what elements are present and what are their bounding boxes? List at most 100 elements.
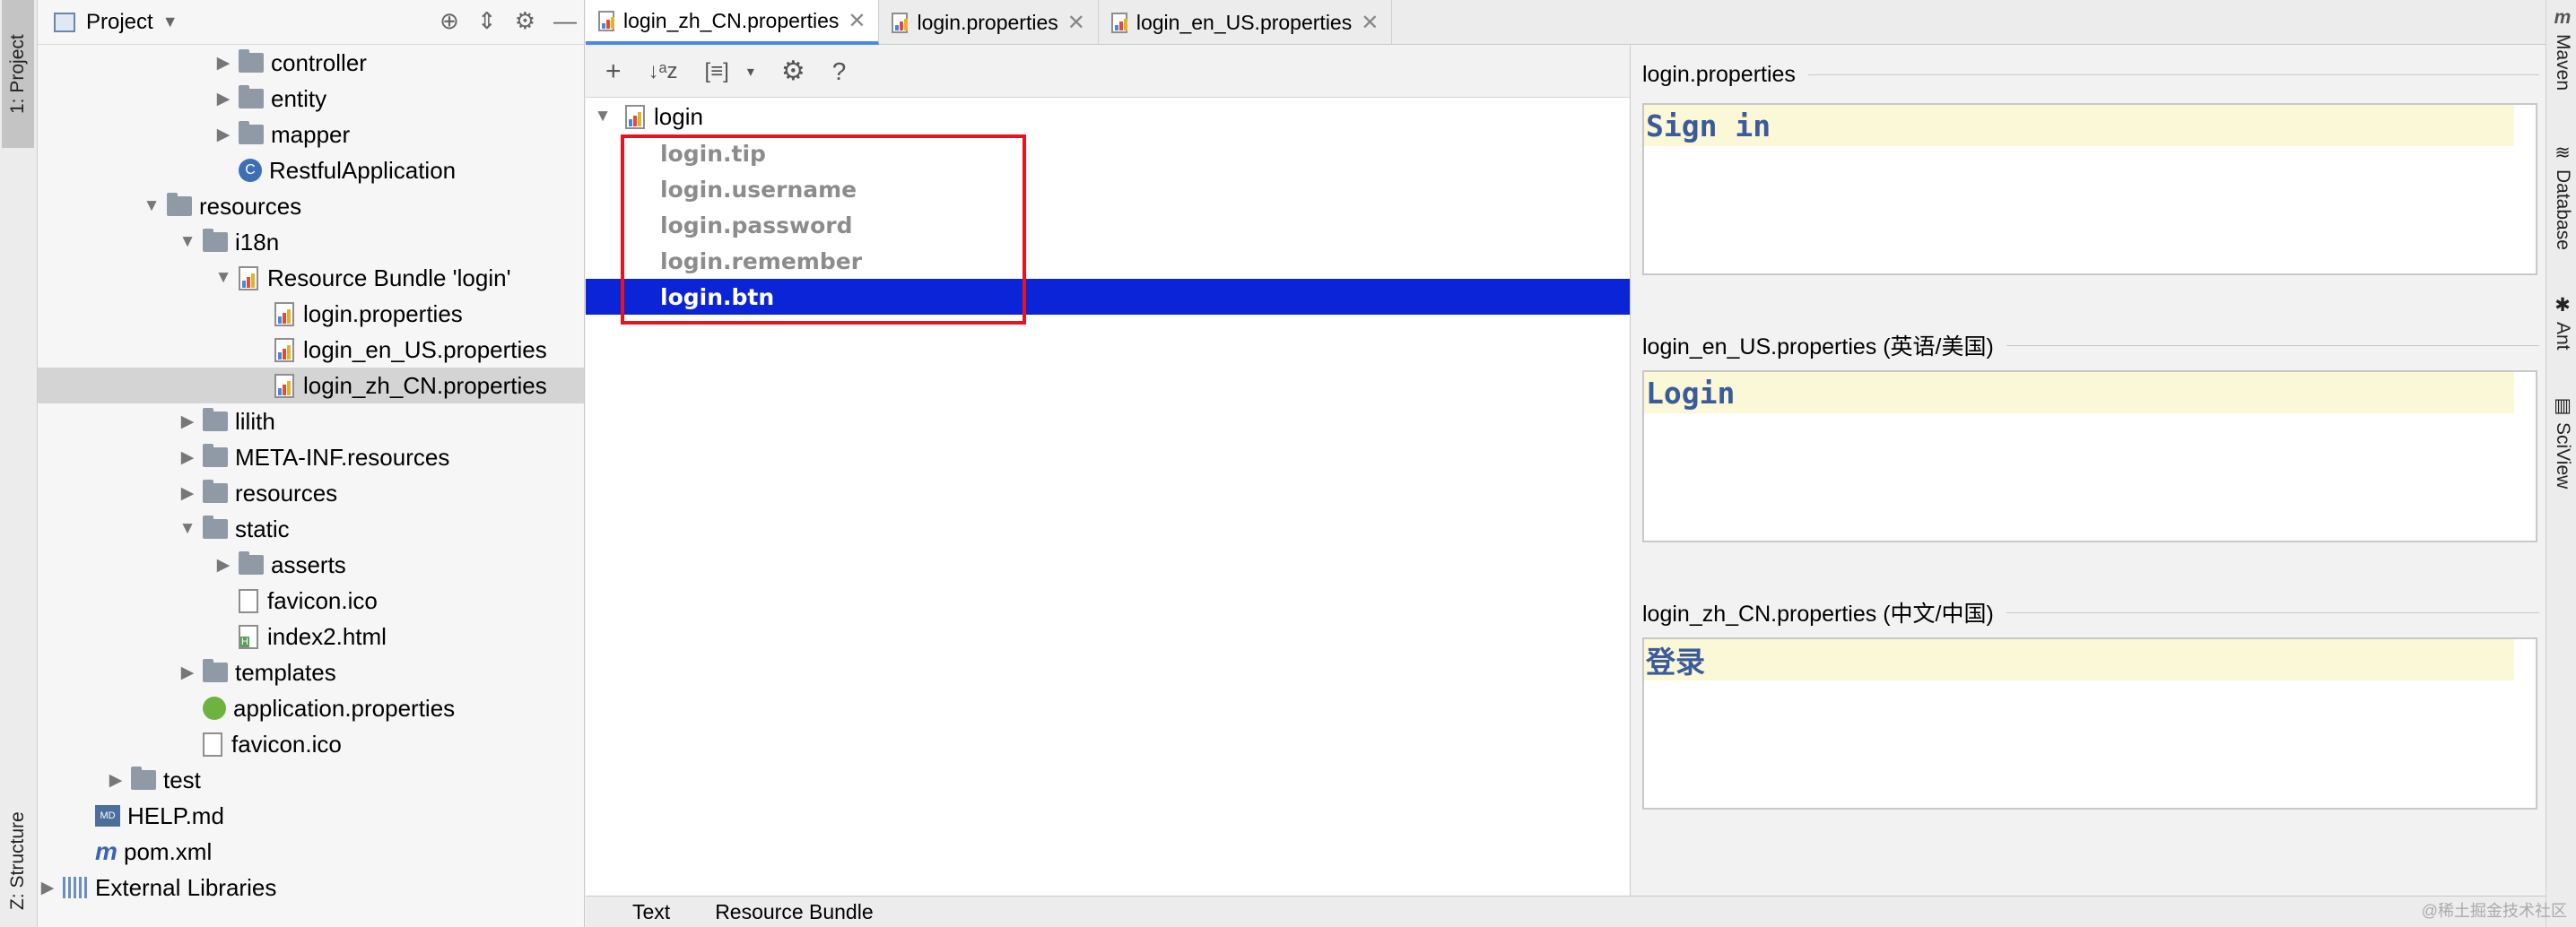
tree-item-label: HELP.md	[127, 801, 224, 829]
tree-item[interactable]: ▶ test	[38, 762, 584, 798]
folder-icon	[239, 85, 264, 108]
value-editor[interactable]: Login	[1642, 370, 2537, 542]
tree-item[interactable]: application.properties	[38, 690, 584, 726]
project-tool-tab[interactable]: 1: Project	[2, 0, 34, 148]
chevron-down-icon[interactable]: ▼	[213, 268, 233, 288]
libraries-icon	[63, 877, 88, 898]
tree-item-label: favicon.ico	[267, 586, 378, 614]
tree-item[interactable]: ▶ resources	[38, 475, 584, 511]
chevron-right-icon[interactable]: ▶	[213, 125, 233, 145]
chevron-down-icon[interactable]: ▼	[142, 196, 161, 216]
chevron-right-icon[interactable]: ▶	[178, 412, 197, 432]
value-text[interactable]: 登录	[1644, 639, 2514, 680]
tree-item[interactable]: ▶ mapper	[38, 117, 584, 152]
close-icon[interactable]: ✕	[848, 8, 866, 34]
tree-item[interactable]: login_en_US.properties	[38, 332, 584, 368]
folder-icon	[131, 767, 156, 790]
tree-item[interactable]: Hindex2.html	[38, 619, 584, 654]
tree-item[interactable]: login_zh_CN.properties	[38, 368, 584, 403]
right-tool-stripe: m Maven ≋ Database ✱ Ant ▥ SciView	[2546, 0, 2576, 927]
sort-alpha-icon[interactable]: ↓ᵃz	[648, 59, 678, 84]
chevron-right-icon[interactable]: ▶	[106, 770, 126, 791]
value-editor[interactable]: 登录	[1642, 637, 2537, 810]
tree-item[interactable]: ▶ asserts	[38, 547, 584, 583]
collapse-all-icon[interactable]: ⇕	[477, 7, 497, 35]
folder-icon	[203, 444, 228, 467]
tree-item-label: i18n	[235, 228, 280, 256]
bundle-root-label: login	[654, 102, 703, 130]
project-tool-label: 1: Project	[7, 34, 28, 114]
tree-item[interactable]: ▶ META-INF.resources	[38, 439, 584, 475]
tree-item[interactable]: ▶ templates	[38, 654, 584, 690]
properties-file-icon	[274, 337, 294, 362]
text-tab[interactable]: Text	[632, 900, 670, 924]
database-tool-tab[interactable]: ≋ Database	[2550, 142, 2575, 250]
chevron-down-icon[interactable]: ▼	[178, 232, 197, 252]
tree-item-label: resources	[199, 192, 302, 220]
ant-icon: ✱	[2554, 295, 2571, 316]
maven-icon: m	[2554, 7, 2572, 28]
highlight-box	[621, 134, 1026, 325]
group-by-prefix-icon[interactable]: [≡]	[704, 59, 728, 84]
chevron-down-icon[interactable]: ▼	[593, 107, 613, 126]
value-text[interactable]: Sign in	[1644, 105, 2514, 146]
value-editor[interactable]: Sign in	[1642, 103, 2537, 275]
tree-item[interactable]: ▼ Resource Bundle 'login'	[38, 260, 584, 296]
chevron-right-icon[interactable]: ▶	[213, 53, 233, 74]
tree-item[interactable]: ▼ static	[38, 511, 584, 547]
tree-item-label: login_en_US.properties	[303, 335, 547, 363]
chevron-right-icon[interactable]: ▶	[38, 878, 57, 898]
project-view-title[interactable]: Project	[86, 10, 153, 35]
watermark: @稀土掘金技术社区	[2421, 902, 2567, 920]
chevron-down-icon[interactable]: ▼	[178, 519, 197, 539]
bundle-tree-root[interactable]: ▼ login	[586, 98, 1630, 135]
gear-icon[interactable]: ⚙	[781, 56, 805, 87]
ant-tool-tab[interactable]: ✱ Ant	[2550, 294, 2575, 351]
tree-item[interactable]: ▶ entity	[38, 81, 584, 117]
tree-item[interactable]: C RestfulApplication	[38, 152, 584, 188]
chevron-down-icon[interactable]: ▼	[162, 13, 178, 31]
resource-bundle-tab[interactable]: Resource Bundle	[715, 900, 873, 924]
chevron-right-icon[interactable]: ▶	[178, 447, 197, 468]
tree-item[interactable]: ▶ lilith	[38, 403, 584, 439]
tree-item[interactable]: ▼ resources	[38, 188, 584, 224]
tree-item-label: static	[235, 515, 290, 542]
maven-tool-tab[interactable]: m Maven	[2550, 7, 2575, 91]
help-icon[interactable]: ?	[832, 57, 847, 86]
tree-item[interactable]: ▶ External Libraries	[38, 870, 584, 905]
resource-bundle-icon	[625, 104, 645, 129]
values-panel: login.properties Sign in login_en_US.prope…	[1632, 46, 2546, 896]
tree-item[interactable]: m pom.xml	[38, 834, 584, 870]
chevron-right-icon[interactable]: ▶	[213, 555, 233, 576]
sciview-tool-tab[interactable]: ▥ SciView	[2550, 394, 2575, 489]
tree-item[interactable]: MD HELP.md	[38, 798, 584, 834]
add-property-icon[interactable]: +	[605, 56, 622, 87]
chevron-down-icon[interactable]: ▾	[747, 63, 754, 81]
minimize-icon[interactable]: —	[553, 7, 577, 35]
editor-tab[interactable]: login.properties ✕	[879, 0, 1099, 45]
chevron-right-icon[interactable]: ▶	[178, 663, 197, 683]
tree-item[interactable]: login.properties	[38, 296, 584, 332]
chevron-right-icon[interactable]: ▶	[178, 483, 197, 504]
tree-item-label: favicon.ico	[231, 730, 342, 758]
tree-item[interactable]: favicon.ico	[38, 726, 584, 762]
folder-icon	[203, 659, 228, 682]
close-icon[interactable]: ✕	[1067, 10, 1085, 36]
editor-tab[interactable]: login_en_US.properties ✕	[1099, 0, 1393, 45]
ant-tool-label: Ant	[2553, 322, 2573, 351]
tree-item-label: RestfulApplication	[269, 156, 457, 184]
chevron-right-icon[interactable]: ▶	[213, 89, 233, 109]
resource-bundle-icon	[239, 265, 258, 290]
tree-item[interactable]: ▶ controller	[38, 45, 584, 81]
tree-item[interactable]: ▼ i18n	[38, 224, 584, 260]
structure-tool-tab[interactable]: Z: Structure	[2, 798, 34, 923]
tree-item[interactable]: favicon.ico	[38, 583, 584, 619]
gear-icon[interactable]: ⚙	[515, 7, 535, 35]
editor-tab[interactable]: login_zh_CN.properties ✕	[586, 0, 880, 45]
project-panel: Project ▼ ⊕ ⇕ ⚙ — ▶ controller ▶ entity ▶ map…	[38, 0, 617, 927]
value-text[interactable]: Login	[1644, 372, 2514, 413]
tree-item-label: META-INF.resources	[235, 443, 450, 471]
html-file-icon: H	[239, 624, 258, 649]
close-icon[interactable]: ✕	[1361, 10, 1379, 36]
locate-icon[interactable]: ⊕	[439, 7, 459, 35]
